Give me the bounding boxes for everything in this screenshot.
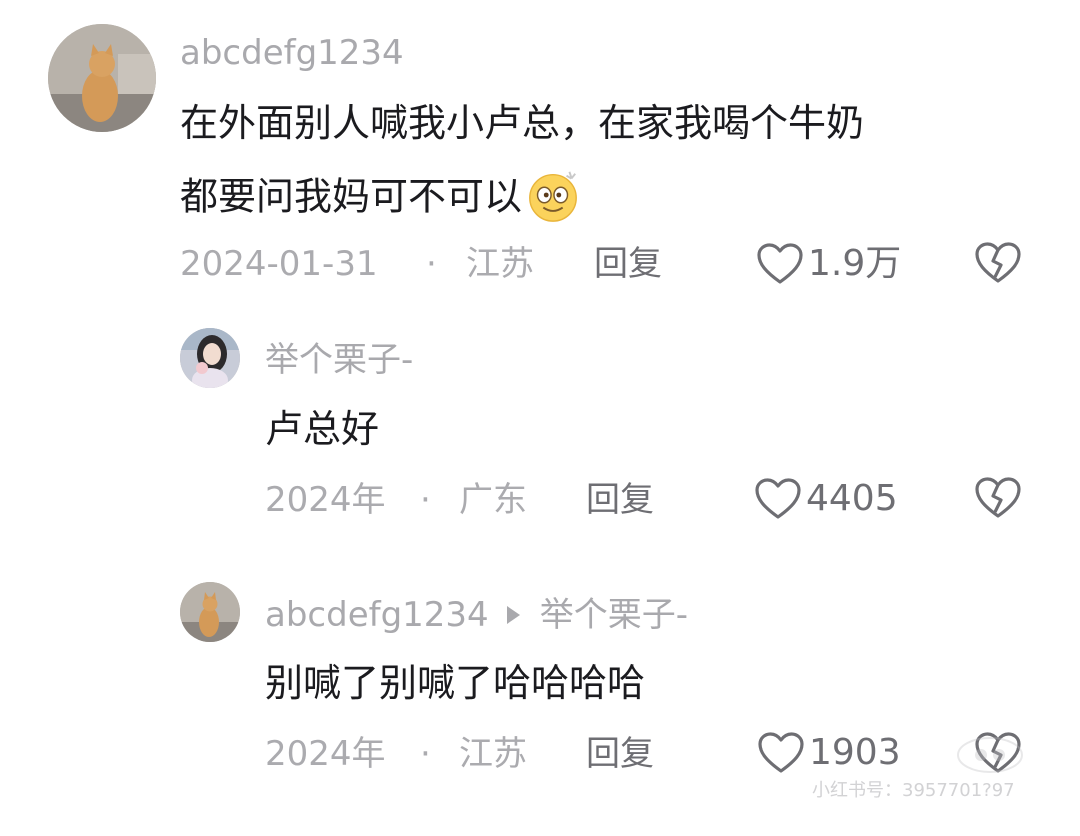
dislike-button[interactable] [974,476,1022,520]
like-button[interactable]: 1.9万 [756,242,901,286]
dizzy-face-emoji-icon [529,171,577,222]
cat-avatar-image [48,24,156,132]
broken-heart-icon [975,477,1021,518]
reply-date: 2024年 [265,480,386,520]
like-button[interactable]: 1903 [757,731,901,775]
comment-username[interactable]: abcdefg1234 [180,36,404,70]
reply-button[interactable]: 回复 [586,737,654,771]
reply-username[interactable]: abcdefg1234 [265,595,489,635]
comment-text-line-2: 都要问我妈可不可以 [180,170,582,228]
comment-text-line-1: 在外面别人喊我小卢总，在家我喝个牛奶 [180,101,865,145]
watermark-text: 小红书号：3957701?97 [812,780,1015,801]
reply-location: 广东 [459,480,527,520]
triangle-right-icon [506,605,520,624]
heart-outline-icon [755,478,801,519]
reply-location: 江苏 [459,734,527,774]
meta-separator: · [426,244,437,284]
watermark-logo-icon [957,737,1023,773]
like-count: 1.9万 [808,243,902,284]
cat-avatar-image [180,582,240,642]
heart-outline-icon [757,243,803,284]
girl-avatar-image [180,328,240,388]
comment-date: 2024-01-31 [180,244,378,284]
reply-button[interactable]: 回复 [586,483,654,517]
broken-heart-icon [975,242,1021,283]
reply-date: 2024年 [265,734,386,774]
avatar[interactable] [48,24,156,132]
comment-text-line-2-content: 都要问我妈可不可以 [180,174,523,219]
like-count: 4405 [806,478,898,519]
reply-text: 卢总好 [265,407,380,451]
meta-separator: · [420,734,431,774]
like-count: 1903 [809,732,901,773]
dislike-button[interactable] [974,241,1022,285]
comment-location: 江苏 [466,244,534,284]
reply-text: 别喊了别喊了哈哈哈哈 [265,661,646,705]
avatar[interactable] [180,582,240,642]
avatar[interactable] [180,328,240,388]
reply-username[interactable]: 举个栗子- [265,343,413,377]
reply-button[interactable]: 回复 [594,247,662,281]
heart-outline-icon [758,732,804,773]
reply-to-username[interactable]: 举个栗子- [540,595,688,635]
reply-header: abcdefg1234 举个栗子- [265,598,688,632]
like-button[interactable]: 4405 [754,477,898,521]
meta-separator: · [420,480,431,520]
